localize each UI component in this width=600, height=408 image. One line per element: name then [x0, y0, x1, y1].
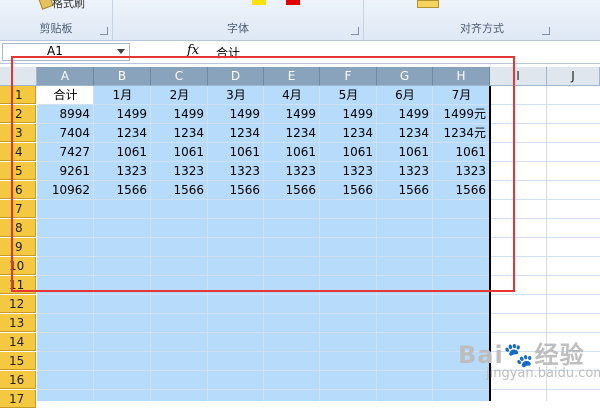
row-header-17[interactable]: 17	[0, 390, 36, 408]
grid-line-horizontal	[37, 294, 600, 295]
ribbon: 格式刷 剪贴板 字体 对齐方式	[0, 0, 600, 41]
fill-color-icon[interactable]	[252, 0, 266, 5]
row-header-16[interactable]: 16	[0, 371, 36, 389]
grid-line-horizontal	[37, 332, 600, 333]
row-header-13[interactable]: 13	[0, 314, 36, 332]
row-header-12[interactable]: 12	[0, 295, 36, 313]
font-launcher-icon[interactable]	[351, 27, 359, 35]
font-group: 字体	[113, 0, 364, 40]
format-painter-button[interactable]: 格式刷	[52, 0, 85, 11]
alignment-group: 对齐方式	[364, 0, 600, 40]
wrap-text-icon[interactable]	[417, 0, 439, 8]
alignment-group-label: 对齐方式	[460, 22, 504, 35]
grid-line-horizontal	[37, 313, 600, 314]
font-group-label: 字体	[227, 22, 249, 35]
watermark-logo: Bai🐾经验	[458, 341, 585, 369]
clipboard-launcher-icon[interactable]	[100, 27, 108, 35]
alignment-launcher-icon[interactable]	[542, 27, 550, 35]
annotation-box	[11, 56, 515, 292]
clipboard-group: 格式刷 剪贴板	[0, 0, 113, 40]
font-color-icon[interactable]	[286, 0, 300, 5]
clipboard-group-label: 剪贴板	[39, 22, 73, 35]
chevron-down-icon[interactable]	[117, 49, 125, 54]
watermark-url: jingyan.baidu.com	[486, 366, 600, 381]
row-header-14[interactable]: 14	[0, 333, 36, 351]
row-header-15[interactable]: 15	[0, 352, 36, 370]
column-header-j[interactable]: J	[547, 67, 600, 86]
grid-line-horizontal	[37, 389, 600, 390]
